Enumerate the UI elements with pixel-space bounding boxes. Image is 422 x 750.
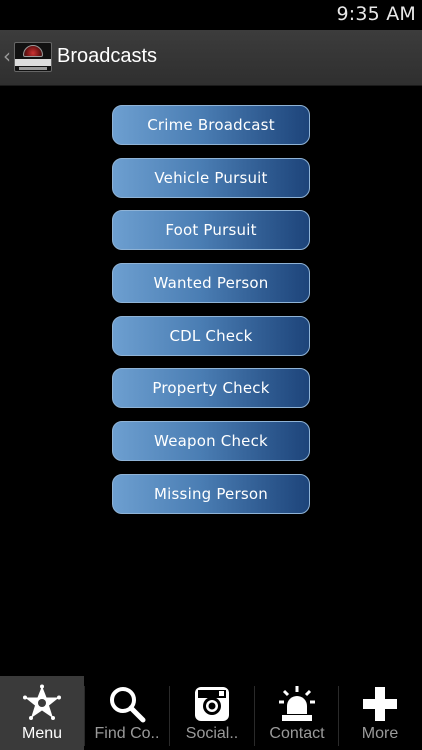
missing-person-button[interactable]: Missing Person <box>112 473 310 514</box>
vehicle-pursuit-button[interactable]: Vehicle Pursuit <box>112 157 310 198</box>
bottom-nav: Menu Find Co.. Social.. Contact More <box>0 676 422 750</box>
foot-pursuit-button[interactable]: Foot Pursuit <box>112 210 310 251</box>
crime-broadcast-button[interactable]: Crime Broadcast <box>112 105 310 145</box>
broadcast-menu: Crime Broadcast Vehicle Pursuit Foot Pur… <box>112 105 310 527</box>
weapon-check-button[interactable]: Weapon Check <box>112 421 310 462</box>
status-time: 9:35 AM <box>336 3 416 25</box>
property-check-button[interactable]: Property Check <box>112 368 310 409</box>
nav-item-more[interactable]: More <box>338 676 422 750</box>
nav-item-menu[interactable]: Menu <box>0 676 84 750</box>
siren-icon <box>279 686 315 721</box>
nav-item-find-contact[interactable]: Find Co.. <box>85 676 169 750</box>
chevron-left-icon[interactable]: ‹ <box>3 44 11 68</box>
instagram-icon <box>195 687 229 721</box>
badge-star-icon <box>23 684 61 720</box>
nav-label-social: Social.. <box>185 725 239 742</box>
wanted-person-button[interactable]: Wanted Person <box>112 263 310 304</box>
status-bar: 9:35 AM <box>0 0 422 30</box>
app-logo[interactable] <box>14 42 52 72</box>
search-icon <box>110 687 146 723</box>
nav-label-contact: Contact <box>269 725 325 742</box>
plus-icon <box>363 687 397 721</box>
action-bar: ‹ Broadcasts <box>0 30 422 86</box>
nav-label-find-contact: Find Co.. <box>94 725 160 742</box>
nav-label-more: More <box>361 725 399 742</box>
cdl-check-button[interactable]: CDL Check <box>112 315 310 356</box>
nav-item-contact[interactable]: Contact <box>255 676 339 750</box>
page-title: Broadcasts <box>57 45 158 67</box>
nav-label-menu: Menu <box>21 725 63 742</box>
nav-item-social[interactable]: Social.. <box>170 676 254 750</box>
